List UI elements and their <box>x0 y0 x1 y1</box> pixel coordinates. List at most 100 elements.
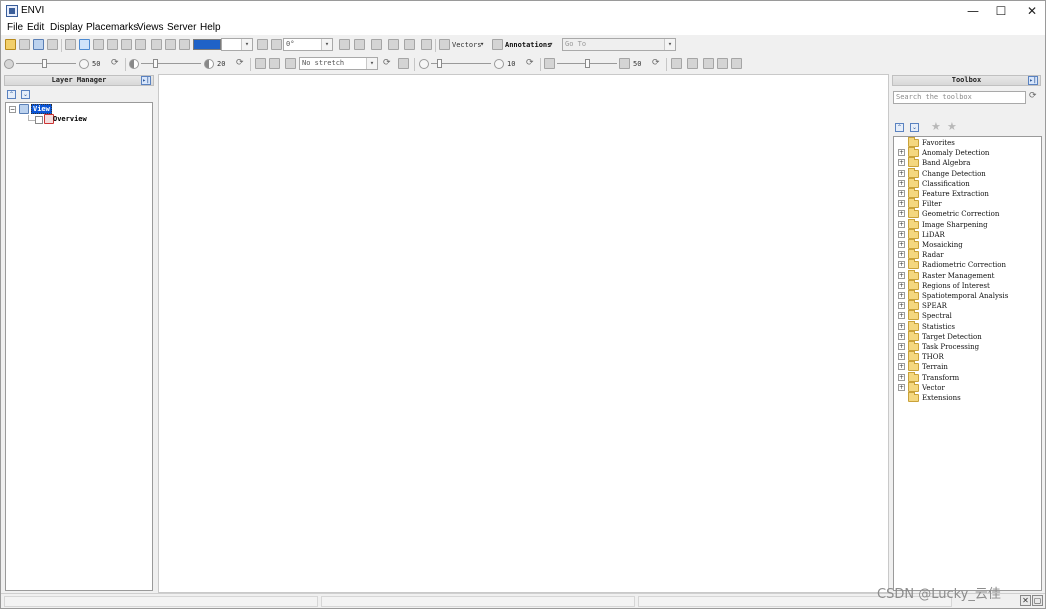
expand-node-icon[interactable]: + <box>898 169 905 177</box>
pan-hand-icon[interactable] <box>93 39 104 50</box>
toolbox-folder-item[interactable]: + Radar <box>894 249 1039 260</box>
toolbox-folder-item[interactable]: + Change Detection <box>894 167 1039 179</box>
histogram-icon[interactable] <box>269 58 280 69</box>
expand-node-icon[interactable]: + <box>898 281 905 289</box>
expand-node-icon[interactable]: + <box>898 322 905 330</box>
toolbox-folder-item[interactable]: + Radiometric Correction <box>894 259 1039 270</box>
measure-icon[interactable] <box>404 39 415 50</box>
vectors-menu[interactable]: Vectors <box>452 41 482 49</box>
toolbox-folder-item[interactable]: + Spectral <box>894 310 1039 321</box>
favorite-star-icon[interactable]: ★ <box>931 120 941 133</box>
zoom-combo-color[interactable] <box>193 39 221 50</box>
pushpin-icon[interactable] <box>65 39 76 50</box>
reset-contrast-icon[interactable]: ⟳ <box>236 58 244 68</box>
expand-node-icon[interactable]: + <box>898 332 905 340</box>
zoom-fit-icon[interactable] <box>179 39 190 50</box>
menu-file[interactable]: File <box>7 22 23 33</box>
eye-icon[interactable] <box>285 58 296 69</box>
expand-node-icon[interactable]: + <box>898 302 905 310</box>
annotations-menu[interactable]: Annotations <box>505 41 551 49</box>
menu-help[interactable]: Help <box>200 22 221 33</box>
toolbox-folder-item[interactable]: + Vector <box>894 381 1039 393</box>
expand-all-icon[interactable]: ⌄ <box>21 90 30 99</box>
rotate-left-icon[interactable] <box>257 39 268 50</box>
favorite-star-icon[interactable]: ★ <box>947 120 957 133</box>
expand-node-icon[interactable]: + <box>898 251 905 259</box>
toolbox-folder-item[interactable]: + Statistics <box>894 320 1039 332</box>
select-tool-icon[interactable] <box>79 39 90 50</box>
toolbox-refresh-icon[interactable]: ⟳ <box>1029 91 1037 101</box>
expand-node-icon[interactable]: + <box>898 271 905 279</box>
expand-node-icon[interactable]: + <box>898 292 905 299</box>
data-manager-icon[interactable] <box>19 39 30 50</box>
toolbox-search-input[interactable]: Search the toolbox <box>893 91 1026 104</box>
flicker-icon[interactable] <box>731 58 742 69</box>
image-icon[interactable] <box>687 58 698 69</box>
expand-node-icon[interactable]: + <box>898 353 905 361</box>
toolbox-folder-item[interactable]: + SPEAR <box>894 300 1039 311</box>
toolbox-folder-item[interactable]: Extensions <box>894 392 1039 403</box>
menu-display[interactable]: Display <box>50 22 83 33</box>
open-file-icon[interactable] <box>5 39 16 50</box>
cursor-value-icon[interactable] <box>339 39 350 50</box>
expand-node-icon[interactable]: + <box>898 159 905 167</box>
sharpen-slider[interactable] <box>431 58 491 69</box>
display-icon[interactable] <box>33 39 44 50</box>
process-manager-icon[interactable]: ✕ <box>1020 595 1031 606</box>
spectral-profile-icon[interactable] <box>388 39 399 50</box>
reset-stretch-icon[interactable]: ⟳ <box>383 58 391 68</box>
overview-checkbox[interactable] <box>35 116 43 124</box>
toolbox-folder-item[interactable]: + Terrain <box>894 361 1039 372</box>
profile-icon[interactable] <box>371 39 382 50</box>
annotations-icon[interactable] <box>492 39 503 50</box>
expand-all-icon[interactable]: ⌄ <box>910 123 919 132</box>
expand-node-icon[interactable]: + <box>898 149 905 157</box>
view-node-label[interactable]: View <box>31 104 52 114</box>
stretch-combo[interactable]: No stretch ▾ <box>299 57 378 70</box>
toolbox-folder-item[interactable]: + Raster Management <box>894 269 1039 281</box>
rotation-combo[interactable]: 0° ▾ <box>283 38 333 51</box>
goto-combo[interactable]: Go To ▾ <box>562 38 676 51</box>
zoom-out-icon[interactable] <box>165 39 176 50</box>
toolbox-folder-item[interactable]: + Spatiotemporal Analysis <box>894 290 1039 301</box>
toolbox-folder-item[interactable]: + Geometric Correction <box>894 208 1039 219</box>
brightness-slider[interactable] <box>16 58 76 69</box>
pin-icon[interactable]: ▸| <box>1028 76 1038 85</box>
stretch-type-icon[interactable] <box>255 58 266 69</box>
reset-transparency-icon[interactable]: ⟳ <box>652 58 660 68</box>
stretch-options-icon[interactable] <box>398 58 409 69</box>
crosshairs-icon[interactable] <box>354 39 365 50</box>
expand-node-icon[interactable]: + <box>898 343 905 350</box>
chart-icon[interactable] <box>671 58 682 69</box>
toolbox-folder-item[interactable]: + Regions of Interest <box>894 279 1039 291</box>
toolbox-folder-item[interactable]: + Filter <box>894 198 1039 209</box>
image-display-canvas[interactable] <box>158 74 889 593</box>
toolbox-folder-item[interactable]: + Feature Extraction <box>894 188 1039 199</box>
rotate-right-icon[interactable] <box>271 39 282 50</box>
toolbox-folder-item[interactable]: + Classification <box>894 177 1039 189</box>
collapse-all-icon[interactable]: ⌃ <box>895 123 904 132</box>
reset-brightness-icon[interactable]: ⟳ <box>111 58 119 68</box>
toolbox-folder-item[interactable]: + Transform <box>894 371 1039 383</box>
expand-node-icon[interactable]: + <box>898 261 905 269</box>
toolbox-folder-item[interactable]: + Mosaicking <box>894 239 1039 250</box>
maximize-button[interactable]: ☐ <box>984 1 1018 21</box>
zoom-icon[interactable] <box>135 39 146 50</box>
expand-node-icon[interactable]: + <box>898 363 905 371</box>
toolbox-folder-item[interactable]: + Image Sharpening <box>894 218 1039 230</box>
overview-node-label[interactable]: Overview <box>53 115 87 123</box>
menu-edit[interactable]: Edit <box>27 22 44 33</box>
process-dock-icon[interactable]: ▢ <box>1032 595 1043 606</box>
toolbox-folder-item[interactable]: Favorites <box>894 137 1039 148</box>
transparency-slider[interactable] <box>557 58 617 69</box>
expand-node-icon[interactable]: + <box>898 220 905 228</box>
expand-node-icon[interactable]: + <box>898 383 905 391</box>
expand-node-icon[interactable]: + <box>898 312 905 320</box>
toolbox-folder-item[interactable]: + Task Processing <box>894 341 1039 352</box>
vectors-icon[interactable] <box>439 39 450 50</box>
toolbox-folder-item[interactable]: + Band Algebra <box>894 157 1039 168</box>
close-button[interactable]: ✕ <box>1015 1 1046 21</box>
split-view-icon[interactable] <box>703 58 714 69</box>
reset-sharpen-icon[interactable]: ⟳ <box>526 58 534 68</box>
crosshair-icon[interactable] <box>47 39 58 50</box>
